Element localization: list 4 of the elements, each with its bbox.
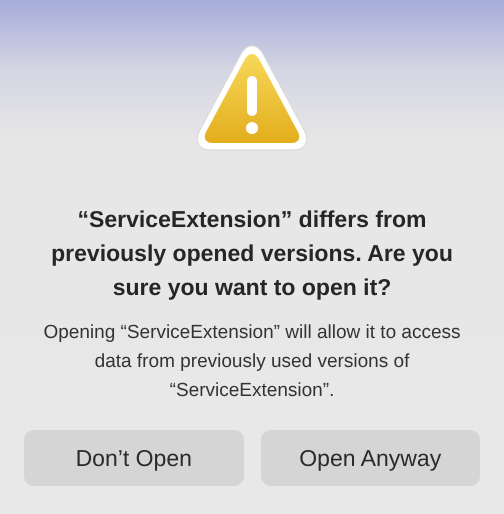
dialog-message: Opening “ServiceExtension” will allow it to access data from previously used versions of “ServiceExtension”.	[42, 321, 462, 403]
dialog-button[interactable]: Open Anyway	[260, 430, 480, 486]
dialog-button[interactable]: Don’t Open	[24, 430, 244, 486]
dialog-title: “ServiceExtension” differs from previously opened versions. Are you sure you want to open it?	[50, 205, 454, 302]
